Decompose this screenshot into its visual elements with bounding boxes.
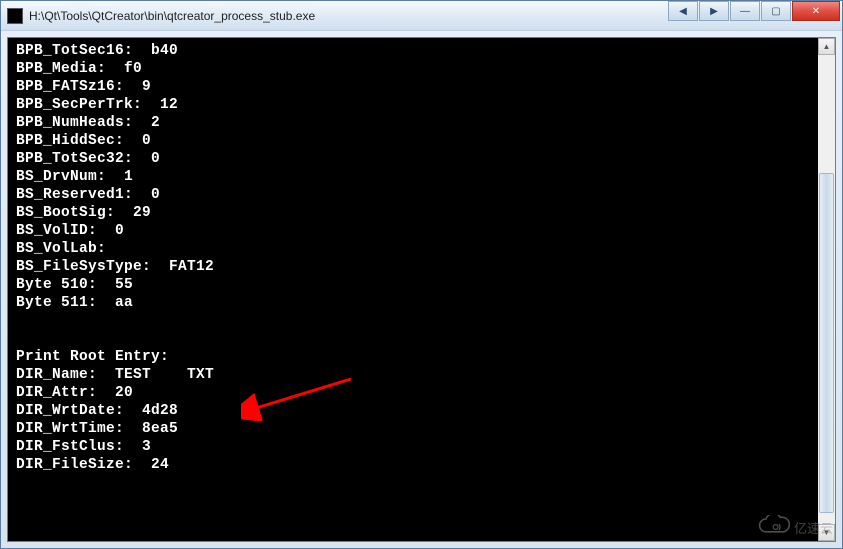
console-area: BPB_TotSec16: b40 BPB_Media: f0 BPB_FATS… bbox=[7, 37, 836, 542]
maximize-button[interactable]: ▢ bbox=[761, 1, 791, 21]
app-icon bbox=[7, 8, 23, 24]
minimize-button[interactable]: — bbox=[730, 1, 760, 21]
scroll-thumb[interactable] bbox=[819, 173, 834, 513]
scroll-right-button[interactable]: ▶ bbox=[699, 1, 729, 21]
triangle-right-icon: ▶ bbox=[710, 6, 718, 17]
scroll-track[interactable] bbox=[818, 55, 835, 524]
watermark-text: 亿速云 bbox=[794, 518, 833, 537]
triangle-up-icon: ▲ bbox=[823, 42, 831, 51]
app-window: H:\Qt\Tools\QtCreator\bin\qtcreator_proc… bbox=[0, 0, 843, 549]
maximize-icon: ▢ bbox=[771, 6, 780, 17]
window-controls: ◀ ▶ — ▢ ✕ bbox=[668, 1, 842, 30]
scroll-up-button[interactable]: ▲ bbox=[818, 38, 835, 55]
triangle-left-icon: ◀ bbox=[679, 6, 687, 17]
console-output: BPB_TotSec16: b40 BPB_Media: f0 BPB_FATS… bbox=[8, 38, 835, 478]
window-title: H:\Qt\Tools\QtCreator\bin\qtcreator_proc… bbox=[29, 9, 668, 23]
minimize-icon: — bbox=[740, 6, 750, 17]
scroll-left-button[interactable]: ◀ bbox=[668, 1, 698, 21]
close-button[interactable]: ✕ bbox=[792, 1, 840, 21]
vertical-scrollbar[interactable]: ▲ ▼ bbox=[818, 38, 835, 541]
titlebar[interactable]: H:\Qt\Tools\QtCreator\bin\qtcreator_proc… bbox=[1, 1, 842, 31]
close-icon: ✕ bbox=[812, 6, 820, 17]
cloud-icon bbox=[758, 515, 790, 539]
watermark: 亿速云 bbox=[758, 515, 833, 539]
